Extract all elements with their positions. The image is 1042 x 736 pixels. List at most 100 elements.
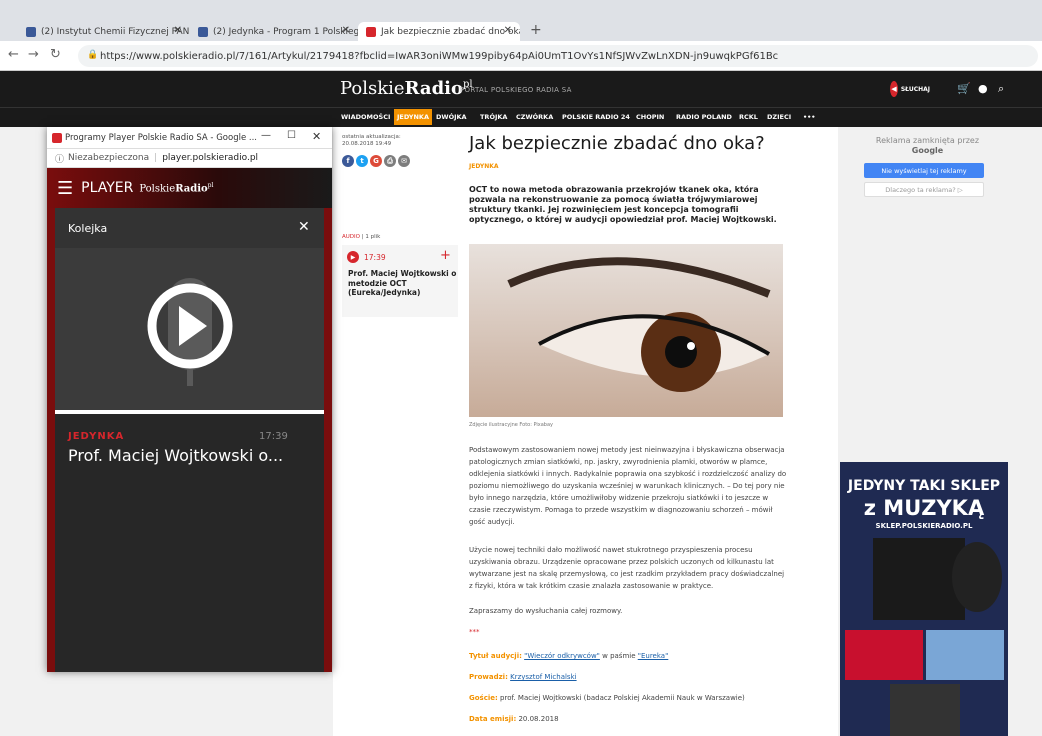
close-tab-icon[interactable]: ✕ — [342, 25, 350, 36]
file-count: 1 plik — [365, 234, 381, 240]
why-ad-button[interactable]: Dlaczego ta reklama? ▷ — [864, 182, 984, 197]
queue-header: Kolejka ✕ — [55, 208, 324, 248]
shop-banner[interactable]: JEDYNY TAKI SKLEP z MUZYKĄ SKLEP.POLSKIE… — [840, 462, 1008, 736]
audition-title-line: Tytuł audycji: "Wieczór odkrywców" w paś… — [469, 650, 787, 662]
close-window-icon[interactable]: ✕ — [312, 130, 321, 143]
audio-title[interactable]: Prof. Maciej Wojtkowski o metodzie OCT (… — [348, 269, 458, 298]
google-label: Google — [911, 146, 944, 155]
hide-ad-button[interactable]: Nie wyświetlaj tej reklamy — [864, 163, 984, 178]
now-playing: JEDYNKA 17:39 Prof. Maciej Wojtkowski o.… — [55, 414, 324, 666]
maximize-icon[interactable]: ☐ — [287, 130, 296, 141]
album-cover-2 — [845, 630, 923, 680]
menu-radio-poland[interactable]: RADIO POLAND — [673, 109, 735, 125]
player-brand: PLAYER — [81, 180, 134, 196]
player-window-titlebar: Programy Player Polskie Radio SA - Googl… — [47, 127, 332, 149]
listen-button[interactable]: ◀ SŁUCHAJ — [890, 80, 930, 98]
article-photo — [469, 244, 783, 417]
host-label: Prowadzi: — [469, 673, 508, 681]
new-tab-icon[interactable]: + — [530, 22, 542, 38]
article-category[interactable]: JEDYNKA — [469, 163, 499, 170]
facebook-share-icon[interactable]: f — [342, 155, 354, 167]
info-icon[interactable]: ⓘ — [55, 152, 64, 165]
album-cover-3 — [926, 630, 1004, 680]
polskieradio-icon — [52, 133, 62, 143]
article-title: Jak bezpiecznie zbadać dno oka? — [469, 133, 765, 154]
listen-label: SŁUCHAJ — [900, 85, 930, 93]
tab-label: Jak bezpiecznie zbadać dno oka? — [381, 26, 520, 37]
menu-dzieci[interactable]: DZIECI — [764, 109, 794, 125]
series-text: w paśmie — [599, 652, 638, 660]
facebook-icon — [26, 26, 36, 37]
date-value: 20.08.2018 — [516, 715, 559, 723]
close-tab-icon[interactable]: ✕ — [174, 25, 182, 36]
player-url-bar[interactable]: ⓘ Niezabezpieczona | player.polskieradio… — [47, 149, 332, 168]
site-logo[interactable]: PolskieRadiopl — [340, 78, 473, 99]
article-paragraph-3: Zapraszamy do wysłuchania całej rozmowy. — [469, 607, 623, 615]
player-logo: PolskieRadiopl — [139, 182, 213, 194]
host-link[interactable]: Krzysztof Michalski — [510, 673, 576, 681]
address-bar[interactable]: 🔒 https://www.polskieradio.pl/7/161/Artyk… — [78, 45, 1038, 67]
menu-polskie-radio-24[interactable]: POLSKIE RADIO 24 — [559, 109, 633, 125]
close-tab-icon[interactable]: ✕ — [504, 25, 512, 36]
station-label: JEDYNKA — [68, 431, 125, 442]
menu-rckl[interactable]: RCKL — [736, 109, 761, 125]
hamburger-icon[interactable]: ☰ — [57, 178, 73, 199]
polskieradio-icon — [366, 26, 376, 37]
twitter-share-icon[interactable]: t — [356, 155, 368, 167]
audio-duration: 17:39 — [364, 253, 386, 262]
search-icon[interactable]: ⌕ — [998, 82, 1004, 96]
print-icon[interactable]: ⎙ — [384, 155, 396, 167]
host-line: Prowadzi: Krzysztof Michalski — [469, 671, 787, 683]
menu-czworka[interactable]: CZWÓRKA — [513, 109, 556, 125]
series-link[interactable]: "Eureka" — [638, 652, 669, 660]
ad-slot — [845, 133, 1010, 448]
logo-text-bold: Radio — [404, 78, 463, 99]
shop-banner-title: JEDYNY TAKI SKLEP — [847, 478, 1001, 494]
menu-trojka[interactable]: TRÓJKA — [477, 109, 510, 125]
guests-line: Goście: prof. Maciej Wojtkowski (badacz … — [469, 692, 787, 704]
tab-active-article[interactable]: Jak bezpiecznie zbadać dno oka? ✕ — [358, 22, 520, 41]
ad-closed-label: Reklama zamknięta przez — [875, 136, 980, 145]
menu-chopin[interactable]: CHOPIN — [633, 109, 667, 125]
guests-value: prof. Maciej Wojtkowski (badacz Polskiej… — [497, 694, 745, 702]
menu-wiadomosci[interactable]: WIADOMOŚCI — [338, 109, 393, 125]
track-title: Prof. Maciej Wojtkowski o... — [68, 446, 284, 465]
player-right-edge — [324, 208, 332, 672]
player-logo-bold: Radio — [175, 183, 208, 195]
audition-title-label: Tytuł audycji: — [469, 652, 522, 660]
cart-icon[interactable]: 🛒 — [957, 82, 971, 95]
user-icon[interactable]: ● — [978, 82, 988, 95]
play-icon[interactable]: ▶ — [347, 251, 359, 263]
menu-dwojka[interactable]: DWÓJKA — [433, 109, 470, 125]
article-paragraph-2: Użycie nowej techniki dało możliwość naw… — [469, 546, 785, 590]
menu-jedynka[interactable]: JEDYNKA — [394, 109, 432, 125]
eye-image — [507, 257, 771, 392]
email-icon[interactable]: ✉ — [398, 155, 410, 167]
vinyl-record — [952, 542, 1002, 612]
player-header: ☰ PLAYER PolskieRadiopl — [47, 168, 332, 208]
audio-card[interactable]: ▶ 17:39 + Prof. Maciej Wojtkowski o meto… — [342, 245, 458, 317]
forward-icon[interactable]: → — [28, 47, 39, 62]
date-line: Data emisji: 20.08.2018 — [469, 713, 787, 725]
reload-icon[interactable]: ↻ — [50, 47, 61, 62]
player-logo-text: Polskie — [139, 183, 176, 195]
tab-instytut[interactable]: (2) Instytut Chemii Fizycznej PAN ✕ — [18, 22, 190, 41]
album-cover-4 — [890, 684, 960, 736]
google-plus-share-icon[interactable]: G — [370, 155, 382, 167]
tab-jedynka[interactable]: (2) Jedynka - Program 1 Polskieg ✕ — [190, 22, 358, 41]
shop-banner-subtitle: z MUZYKĄ — [863, 496, 985, 520]
url-text: https://www.polskieradio.pl/7/161/Artyku… — [100, 50, 779, 62]
player-artwork — [55, 248, 324, 411]
audio-meta: AUDIO | 1 plik — [342, 234, 381, 240]
shop-banner-url: SKLEP.POLSKIERADIO.PL — [875, 522, 973, 530]
microphone-play-icon[interactable] — [55, 248, 324, 411]
close-queue-icon[interactable]: ✕ — [298, 219, 310, 235]
back-icon[interactable]: ← — [8, 47, 19, 62]
speaker-icon: ◀ — [890, 81, 898, 97]
minimize-icon[interactable]: — — [261, 130, 271, 141]
url-divider: | — [154, 153, 158, 163]
facebook-icon — [198, 26, 208, 37]
audition-title-link[interactable]: "Wieczór odkrywców" — [524, 652, 600, 660]
add-to-playlist-icon[interactable]: + — [440, 248, 451, 263]
menu-more[interactable]: ••• — [800, 109, 818, 125]
